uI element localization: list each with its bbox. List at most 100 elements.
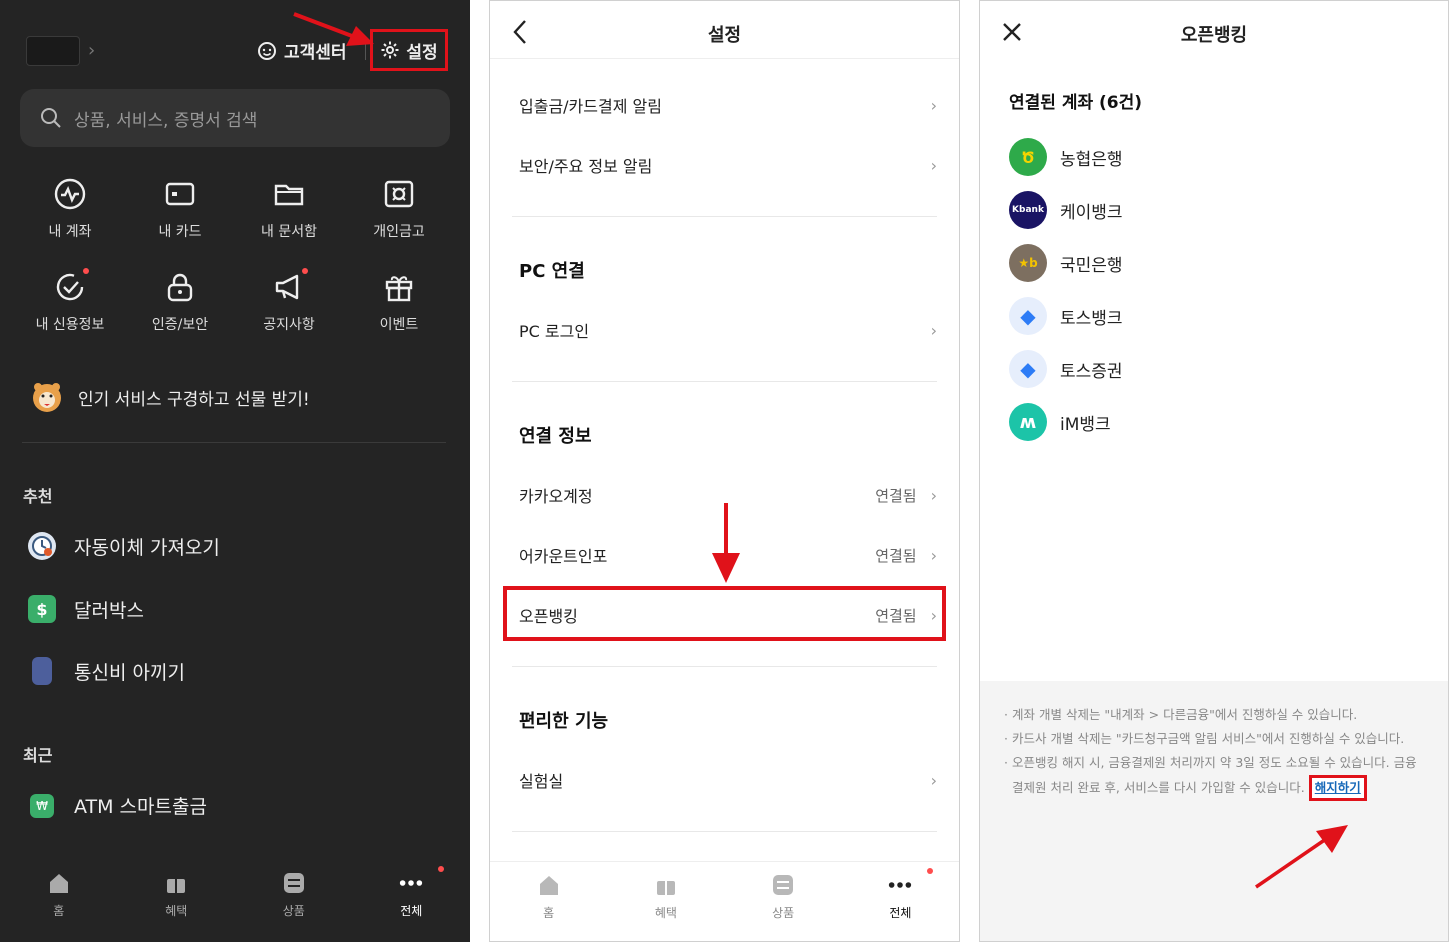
bank-name: 토스증권 xyxy=(1060,361,1123,382)
nav-all[interactable]: 전체 xyxy=(353,860,471,942)
dollar-box-icon: $ xyxy=(28,595,56,623)
gear-icon xyxy=(381,41,399,59)
highlight-box xyxy=(503,586,946,641)
recommend-title: 추천 xyxy=(23,487,53,506)
phone-bill-icon xyxy=(32,657,52,685)
settings-label: 설정 xyxy=(406,42,438,63)
chevron-right-icon: › xyxy=(930,485,937,505)
chevron-right-icon[interactable]: › xyxy=(88,40,95,61)
search-placeholder: 상품, 서비스, 증명서 검색 xyxy=(74,110,258,131)
folder-icon xyxy=(274,184,304,206)
list-item[interactable]: ₩ ATM 스마트출금 xyxy=(28,792,207,819)
notice-footer: 계좌 개별 삭제는 "내계좌 > 다른금융"에서 진행하실 수 있습니다. 카드… xyxy=(980,681,1448,941)
bottom-nav: 홈 혜택 상품 전체 xyxy=(0,860,470,942)
lock-icon xyxy=(167,273,193,302)
promo-banner[interactable]: 인기 서비스 구경하고 선물 받기! xyxy=(30,380,310,414)
new-badge-dot xyxy=(302,268,308,274)
new-badge-dot xyxy=(83,268,89,274)
page-title: 오픈뱅킹 xyxy=(1180,25,1248,46)
grid-item-notices[interactable]: 공지사항 xyxy=(234,268,344,334)
divider xyxy=(512,216,937,217)
clock-transfer-icon xyxy=(28,532,56,560)
grid-item-credit-info[interactable]: 내 신용정보 xyxy=(15,268,125,334)
gift-icon xyxy=(385,276,413,302)
kbank-logo-icon: Kbank xyxy=(1009,191,1047,229)
nav-products[interactable]: 상품 xyxy=(725,862,842,941)
back-icon[interactable] xyxy=(512,19,528,45)
nav-benefits[interactable]: 혜택 xyxy=(607,862,724,941)
list-item[interactable]: $ 달러박스 xyxy=(28,595,144,623)
search-icon xyxy=(41,108,61,128)
grid-item-safe[interactable]: 개인금고 xyxy=(344,177,454,241)
row-label: 실험실 xyxy=(519,772,564,791)
bank-item-toss-securities: ◆ 토스증권 xyxy=(1009,350,1123,388)
megaphone-icon xyxy=(275,274,299,300)
grid-item-my-account[interactable]: 내 계좌 xyxy=(15,177,125,241)
linked-accounts-title: 연결된 계좌 (6건) xyxy=(1009,93,1143,113)
notice-text: 카드사 개별 삭제는 "카드청구금액 알림 서비스"에서 진행하실 수 있습니다… xyxy=(1004,727,1422,751)
row-pc-login[interactable]: PC 로그인 › xyxy=(519,318,937,342)
list-item-label: 달러박스 xyxy=(74,599,144,622)
nav-products[interactable]: 상품 xyxy=(235,860,353,942)
nav-label: 상품 xyxy=(282,904,305,918)
nav-label: 혜택 xyxy=(165,904,188,918)
gift-icon xyxy=(656,877,675,895)
list-item[interactable]: 자동이체 가져오기 xyxy=(28,532,220,560)
bank-item-kb: ★b 국민은행 xyxy=(1009,244,1123,282)
row-label: 어카운트인포 xyxy=(519,547,608,566)
grid-item-my-card[interactable]: 내 카드 xyxy=(125,177,235,241)
grid-label: 인증/보안 xyxy=(151,317,209,333)
new-badge-dot xyxy=(438,866,444,872)
search-bar[interactable]: 상품, 서비스, 증명서 검색 xyxy=(20,89,450,147)
home-icon xyxy=(49,874,68,893)
nav-label: 혜택 xyxy=(654,906,677,920)
headset-smile-icon xyxy=(258,41,276,60)
profile-thumbnail[interactable] xyxy=(26,36,80,66)
chevron-right-icon: › xyxy=(930,770,937,790)
grid-item-events[interactable]: 이벤트 xyxy=(344,270,454,334)
list-item-label: 통신비 아끼기 xyxy=(74,661,185,684)
annotation-arrow xyxy=(1255,825,1348,889)
row-deposit-alert[interactable]: 입출금/카드결제 알림 › xyxy=(519,93,937,117)
row-security-alert[interactable]: 보안/주요 정보 알림 › xyxy=(519,153,937,177)
list-item-label: ATM 스마트출금 xyxy=(74,796,207,818)
grid-label: 이벤트 xyxy=(379,317,419,333)
grid-item-documents[interactable]: 내 문서함 xyxy=(234,177,344,241)
home-icon xyxy=(539,876,558,895)
settings-button[interactable]: 설정 xyxy=(370,29,448,71)
nav-all[interactable]: 전체 xyxy=(842,862,959,941)
nav-label: 전체 xyxy=(400,904,423,918)
divider xyxy=(22,442,446,443)
card-icon xyxy=(165,182,195,206)
divider xyxy=(512,381,937,382)
chevron-right-icon: › xyxy=(930,155,937,175)
bank-name: 국민은행 xyxy=(1060,255,1123,276)
safe-icon xyxy=(384,180,414,208)
nav-benefits[interactable]: 혜택 xyxy=(118,860,236,942)
bank-item-kbank: Kbank 케이뱅크 xyxy=(1009,191,1123,229)
grid-label: 내 문서함 xyxy=(261,224,317,240)
open-banking-panel: 오픈뱅킹 연결된 계좌 (6건) Ծ 농협은행 Kbank 케이뱅크 ★b 국민은행 … xyxy=(979,0,1449,942)
nav-home[interactable]: 홈 xyxy=(490,862,607,941)
nav-label: 홈 xyxy=(543,906,555,920)
list-item-label: 자동이체 가져오기 xyxy=(74,536,220,559)
grid-label: 내 신용정보 xyxy=(35,317,105,333)
divider xyxy=(512,831,937,832)
list-item[interactable]: 통신비 아끼기 xyxy=(28,657,185,685)
grid-label: 내 계좌 xyxy=(48,224,92,240)
bank-name: 케이뱅크 xyxy=(1060,202,1123,223)
row-lab[interactable]: 실험실 › xyxy=(519,768,937,792)
bank-item-im: ʍ iM뱅크 xyxy=(1009,403,1111,441)
cancel-open-banking-link[interactable]: 해지하기 xyxy=(1308,775,1367,801)
bank-name: iM뱅크 xyxy=(1060,414,1111,435)
bank-name: 토스뱅크 xyxy=(1060,308,1123,329)
nav-home[interactable]: 홈 xyxy=(0,860,118,942)
nav-label: 상품 xyxy=(772,906,795,920)
grid-item-security[interactable]: 인증/보안 xyxy=(125,270,235,334)
row-label: 보안/주요 정보 알림 xyxy=(519,157,653,176)
list-icon xyxy=(283,873,304,893)
bank-item-nh: Ծ 농협은행 xyxy=(1009,138,1123,176)
nav-label: 홈 xyxy=(53,904,65,918)
grid-label: 내 카드 xyxy=(158,224,202,240)
row-label: 입출금/카드결제 알림 xyxy=(519,97,662,116)
